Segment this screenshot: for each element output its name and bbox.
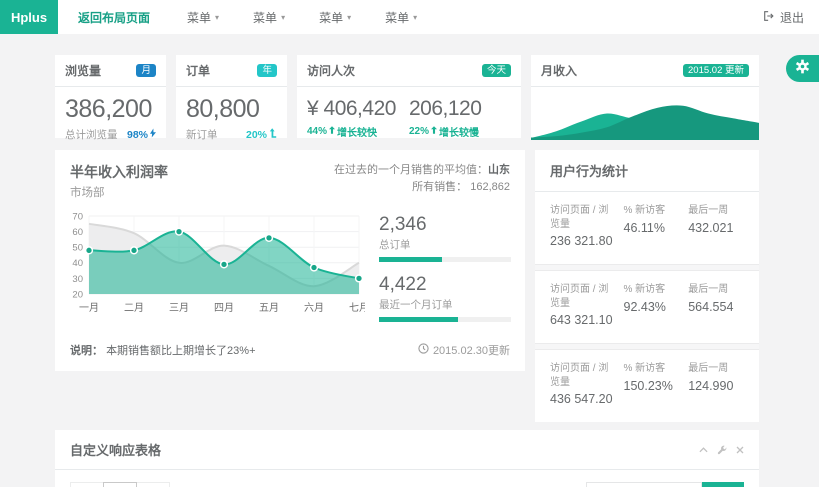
monthly-progress-fill	[379, 317, 458, 322]
row-divider	[535, 264, 759, 271]
menu-dropdown-4[interactable]: 菜单▾	[368, 0, 434, 34]
svg-text:50: 50	[72, 243, 83, 254]
orders-progress-fill	[379, 257, 442, 262]
menu-dropdown-3[interactable]: 菜单▾	[302, 0, 368, 34]
svg-text:30: 30	[72, 274, 83, 285]
gear-icon	[795, 59, 810, 79]
sales-note: 说明： 本期销售额比上期增长了23%+	[70, 342, 256, 358]
svg-text:70: 70	[72, 211, 83, 222]
behavior-row: 访问页面 / 浏览量236 321.80 % 新访客46.11% 最后一周432…	[535, 192, 759, 264]
brand-logo[interactable]: Hplus	[0, 0, 58, 34]
behavior-row: 访问页面 / 浏览量436 547.20 % 新访客150.23% 最后一周12…	[535, 350, 759, 422]
clock-icon	[418, 343, 429, 357]
monthly-orders-value: 4,422	[379, 274, 511, 296]
pageviews-value: 386,200	[65, 95, 156, 124]
last-updated: 2015.02.30更新	[418, 342, 510, 358]
collapse-icon[interactable]	[699, 447, 708, 453]
order-stats: 2,346 总订单 4,422 最近一个月订单	[365, 208, 513, 334]
theme-settings-button[interactable]	[786, 55, 819, 82]
svg-text:60: 60	[72, 227, 83, 238]
panel-title: 半年收入利润率	[70, 162, 168, 182]
back-to-layout-link[interactable]: 返回布局页面	[58, 0, 170, 34]
svg-text:七月: 七月	[349, 302, 365, 314]
row-divider	[535, 343, 759, 350]
panel-title: 自定义响应表格	[70, 440, 161, 459]
svg-text:二月: 二月	[124, 302, 144, 314]
sign-out-icon	[763, 10, 775, 25]
svg-text:五月: 五月	[259, 302, 279, 314]
svg-text:四月: 四月	[214, 302, 234, 314]
pageviews-label: 总计浏览量	[65, 127, 118, 142]
tab-day[interactable]: 天	[70, 482, 104, 487]
card-title: 浏览量	[65, 62, 101, 79]
half-year-revenue-panel: 半年收入利润率 市场部 在过去的一个月销售的平均值：山东 所有销售： 162,8…	[55, 150, 525, 371]
search-button[interactable]: 搜索	[702, 482, 744, 487]
period-tabs: 天 周 月	[70, 482, 169, 487]
top-navbar: Hplus 返回布局页面 菜单▾ 菜单▾ 菜单▾ 菜单▾ 退出	[0, 0, 819, 34]
page-content: 浏览量 月 386,200 总计浏览量 98% 订单 年 80,800 新订单	[0, 34, 819, 487]
svg-text:三月: 三月	[169, 302, 189, 314]
wrench-icon[interactable]	[717, 445, 727, 455]
visits-card: 访问人次 今天 ¥ 406,420 44%增长较快 206,120 22%增长较…	[297, 55, 521, 138]
visits-left: ¥ 406,420 44%增长较快	[307, 94, 409, 139]
card-title: 订单	[186, 62, 210, 79]
orders-card: 订单 年 80,800 新订单 20%	[176, 55, 287, 138]
svg-text:一月: 一月	[79, 302, 99, 314]
card-title: 月收入	[541, 62, 577, 79]
chevron-down-icon: ▾	[413, 13, 417, 22]
card-title: 访问人次	[307, 62, 355, 79]
svg-text:六月: 六月	[304, 302, 324, 314]
svg-text:20: 20	[72, 289, 83, 300]
panel-subtitle: 市场部	[70, 184, 168, 200]
arrow-up-icon	[329, 126, 335, 137]
chevron-down-icon: ▾	[281, 13, 285, 22]
behavior-row: 访问页面 / 浏览量643 321.10 % 新访客92.43% 最后一周564…	[535, 271, 759, 343]
revenue-area-chart: 20 30 40 50 60 70 一月 二月 三月 四月 五月 六月 七月	[63, 208, 365, 320]
search-input[interactable]	[586, 482, 702, 487]
chevron-down-icon: ▾	[347, 13, 351, 22]
level-up-icon	[269, 128, 277, 141]
income-sparkline-chart	[531, 87, 759, 140]
monthly-income-card: 月收入 2015.02 更新	[531, 55, 759, 138]
menu-dropdown-1[interactable]: 菜单▾	[170, 0, 236, 34]
period-badge: 月	[136, 64, 156, 78]
menu-dropdown-2[interactable]: 菜单▾	[236, 0, 302, 34]
monthly-orders-progress	[379, 317, 511, 322]
middle-row: 半年收入利润率 市场部 在过去的一个月销售的平均值：山东 所有销售： 162,8…	[55, 150, 759, 422]
chevron-down-icon: ▾	[215, 13, 219, 22]
period-badge: 年	[257, 64, 277, 78]
bolt-icon	[150, 128, 156, 141]
pageviews-card: 浏览量 月 386,200 总计浏览量 98%	[55, 55, 166, 138]
visits-right: 206,120 22%增长较慢	[409, 94, 511, 139]
total-orders-value: 2,346	[379, 214, 511, 236]
orders-label: 新订单	[186, 127, 218, 142]
logout-button[interactable]: 退出	[748, 0, 819, 34]
panel-title: 用户行为统计	[535, 150, 759, 192]
close-icon[interactable]	[736, 446, 744, 454]
sales-summary: 在过去的一个月销售的平均值：山东 所有销售： 162,862	[334, 162, 510, 200]
table-search: 搜索	[586, 482, 744, 487]
stat-cards-row: 浏览量 月 386,200 总计浏览量 98% 订单 年 80,800 新订单	[55, 55, 759, 138]
total-orders-progress	[379, 257, 511, 262]
nav-links: 返回布局页面 菜单▾ 菜单▾ 菜单▾ 菜单▾	[58, 0, 434, 34]
user-behavior-panel: 用户行为统计 访问页面 / 浏览量236 321.80 % 新访客46.11% …	[535, 150, 759, 422]
updated-badge: 2015.02 更新	[683, 64, 749, 78]
custom-table-panel: 自定义响应表格 天 周 月 搜索	[55, 430, 759, 487]
svg-text:40: 40	[72, 258, 83, 269]
period-badge: 今天	[482, 64, 511, 78]
arrow-up-icon	[431, 126, 437, 137]
orders-value: 80,800	[186, 95, 277, 124]
tab-month[interactable]: 月	[136, 482, 170, 487]
tab-week[interactable]: 周	[103, 482, 137, 487]
